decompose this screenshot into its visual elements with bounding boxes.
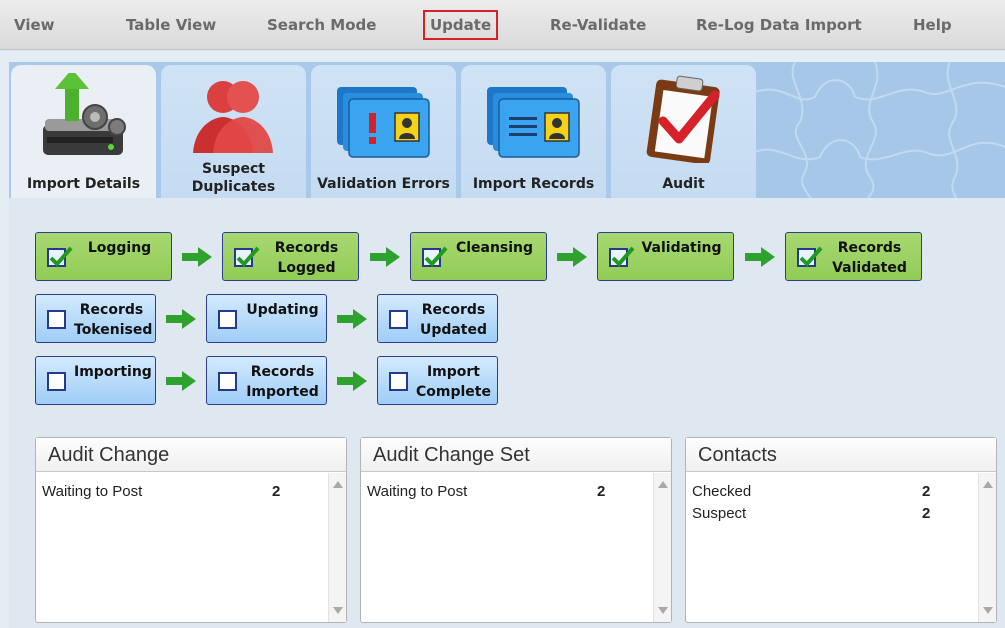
step-records-tokenised[interactable]: Records Tokenised (35, 294, 156, 343)
step-label: Records Validated (832, 240, 907, 276)
scroll-down-icon[interactable] (333, 607, 343, 614)
step-label: Records Imported (246, 364, 319, 400)
panel-title: Audit Change (36, 438, 346, 472)
step-label: Validating (641, 240, 722, 256)
tab-validation-errors-label: Validation Errors (317, 176, 450, 192)
tab-audit-label: Audit (662, 176, 705, 192)
panel-list: Waiting to Post 2 (36, 473, 346, 622)
scrollbar[interactable] (978, 473, 996, 622)
step-label: Records Tokenised (74, 302, 153, 338)
panel-list: Checked 2 Suspect 2 (686, 473, 996, 622)
arrow-right-icon (337, 371, 367, 391)
menu-view[interactable]: View (8, 13, 61, 39)
list-item[interactable]: Waiting to Post 2 (367, 483, 627, 500)
step-import-complete[interactable]: Import Complete (377, 356, 498, 405)
step-records-logged[interactable]: Records Logged (222, 232, 359, 281)
checkbox-unchecked-icon (389, 372, 408, 391)
step-records-imported[interactable]: Records Imported (206, 356, 327, 405)
row-value: 2 (922, 505, 931, 522)
arrow-right-icon (166, 309, 196, 329)
step-label: Importing (74, 364, 152, 380)
panel-audit-change-set: Audit Change Set Waiting to Post 2 (360, 437, 672, 623)
row-value: 2 (597, 483, 606, 500)
checkbox-unchecked-icon (47, 372, 66, 391)
scroll-down-icon[interactable] (983, 607, 993, 614)
tab-suspect-duplicates-label: Suspect Duplicates (191, 161, 276, 195)
step-logging[interactable]: Logging (35, 232, 172, 281)
scrollbar[interactable] (328, 473, 346, 622)
scrollbar[interactable] (653, 473, 671, 622)
folder-error-icon (333, 73, 433, 163)
arrow-right-icon (166, 371, 196, 391)
step-updating[interactable]: Updating (206, 294, 327, 343)
scroll-up-icon[interactable] (658, 481, 668, 488)
top-menu-bar: View Table View Search Mode Update Re-Va… (0, 0, 1005, 50)
tab-import-details-label: Import Details (26, 176, 141, 192)
row-label: Waiting to Post (42, 483, 143, 500)
checkbox-unchecked-icon (218, 310, 237, 329)
checkbox-unchecked-icon (218, 372, 237, 391)
panel-title: Contacts (686, 438, 996, 472)
menu-re-log-data-import[interactable]: Re-Log Data Import (690, 13, 868, 39)
arrow-right-icon (182, 247, 212, 267)
row-label: Suspect (692, 505, 747, 522)
menu-re-validate[interactable]: Re-Validate (544, 13, 652, 39)
step-label: Import Complete (416, 364, 491, 400)
tab-import-records-label: Import Records (472, 176, 595, 192)
scroll-up-icon[interactable] (333, 481, 343, 488)
list-item[interactable]: Checked 2 (692, 483, 952, 500)
tab-import-records[interactable]: Import Records (461, 65, 606, 199)
duplicate-people-icon (183, 73, 283, 163)
panel-contacts: Contacts Checked 2 Suspect 2 (685, 437, 997, 623)
arrow-right-icon (557, 247, 587, 267)
checkbox-checked-icon (47, 246, 73, 267)
step-records-validated[interactable]: Records Validated (785, 232, 922, 281)
panel-audit-change: Audit Change Waiting to Post 2 (35, 437, 347, 623)
server-upload-icon (33, 69, 133, 163)
scroll-up-icon[interactable] (983, 481, 993, 488)
step-records-updated[interactable]: Records Updated (377, 294, 498, 343)
step-label: Records Updated (419, 302, 488, 338)
menu-update[interactable]: Update (423, 10, 499, 40)
checkbox-unchecked-icon (47, 310, 66, 329)
step-label: Cleansing (455, 240, 534, 256)
step-label: Updating (246, 302, 319, 318)
checkbox-checked-icon (422, 246, 448, 267)
tab-audit[interactable]: Audit (611, 65, 756, 199)
row-label: Waiting to Post (367, 483, 468, 500)
checkbox-checked-icon (797, 246, 823, 267)
arrow-right-icon (745, 247, 775, 267)
step-validating[interactable]: Validating (597, 232, 734, 281)
row-value: 2 (272, 483, 281, 500)
step-importing[interactable]: Importing (35, 356, 156, 405)
menu-help[interactable]: Help (907, 13, 958, 39)
checkbox-unchecked-icon (389, 310, 408, 329)
panel-title: Audit Change Set (361, 438, 671, 472)
step-label: Records Logged (274, 240, 339, 276)
menu-table-view[interactable]: Table View (120, 13, 222, 39)
step-label: Logging (87, 240, 152, 256)
panel-list: Waiting to Post 2 (361, 473, 671, 622)
step-cleansing[interactable]: Cleansing (410, 232, 547, 281)
scroll-down-icon[interactable] (658, 607, 668, 614)
tab-import-details[interactable]: Import Details (11, 65, 156, 202)
clipboard-check-icon (633, 73, 733, 165)
arrow-right-icon (337, 309, 367, 329)
folder-records-icon (483, 73, 583, 163)
tab-suspect-duplicates[interactable]: Suspect Duplicates (161, 65, 306, 199)
menu-search-mode[interactable]: Search Mode (261, 13, 382, 39)
arrow-right-icon (370, 247, 400, 267)
list-item[interactable]: Suspect 2 (692, 505, 952, 522)
list-item[interactable]: Waiting to Post 2 (42, 483, 302, 500)
tab-validation-errors[interactable]: Validation Errors (311, 65, 456, 199)
puzzle-background-decoration (755, 62, 1005, 202)
checkbox-checked-icon (234, 246, 260, 267)
row-value: 2 (922, 483, 931, 500)
row-label: Checked (692, 483, 752, 500)
checkbox-checked-icon (609, 246, 635, 267)
